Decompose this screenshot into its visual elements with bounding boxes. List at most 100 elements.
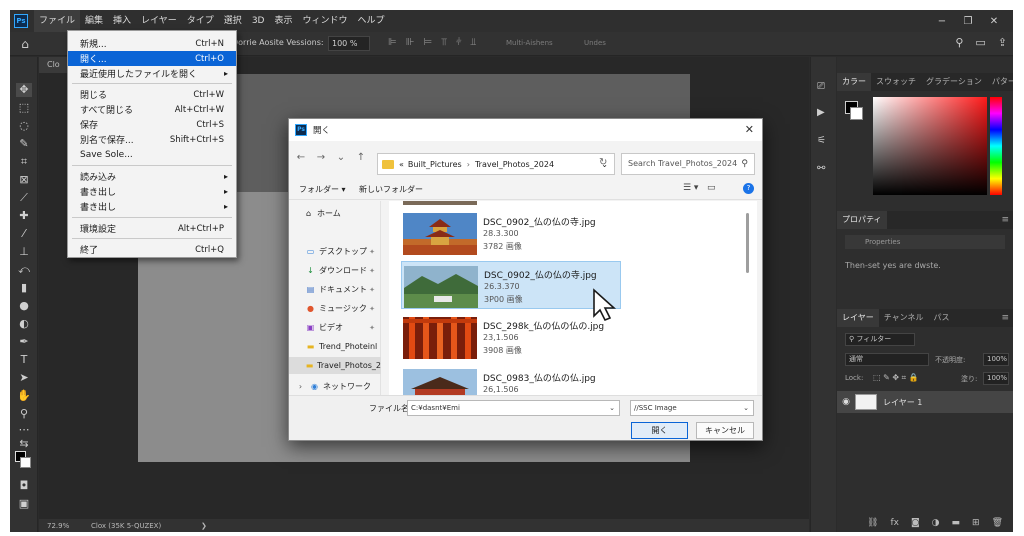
hand-tool-icon[interactable]: ✋ <box>16 389 32 403</box>
eye-icon[interactable]: ◉ <box>837 397 855 407</box>
play-icon[interactable]: ▶ <box>817 107 825 118</box>
search-icon[interactable]: ⚲ <box>741 154 748 174</box>
type-tool-icon[interactable]: T <box>16 353 32 367</box>
nav-documents[interactable]: ▤ ドキュメント ✦ <box>289 281 381 298</box>
menu-item-preferences[interactable]: 環境設定 Alt+Ctrl+P <box>68 221 236 236</box>
path-segment-1[interactable]: Built_Pictures <box>408 160 462 169</box>
adjust-icon[interactable]: ⚟ <box>817 135 826 146</box>
recent-chevron-icon[interactable]: ⌄ <box>333 152 349 163</box>
history-brush-icon[interactable]: ⤺ <box>16 263 32 277</box>
new-layer-icon[interactable]: ⊞ <box>972 518 980 528</box>
align-top-icon[interactable]: ⫪ <box>441 37 447 48</box>
align-middle-icon[interactable]: ⫩ <box>456 37 462 48</box>
nav-downloads[interactable]: ↓ ダウンロード ✦ <box>289 262 381 279</box>
align-center-icon[interactable]: ⊪ <box>406 37 415 48</box>
path-segment-2[interactable]: Travel_Photos_2024 <box>475 160 554 169</box>
filetype-select[interactable]: //SSC Image ⌄ <box>630 400 754 416</box>
history-icon[interactable]: ⎚ <box>817 81 825 92</box>
panel-bg-swatch[interactable] <box>850 107 863 120</box>
menu-item-recent[interactable]: 最近使用したファイルを開く ▸ <box>68 66 236 81</box>
move-tool-icon[interactable]: ✥ <box>16 83 32 97</box>
marquee-tool-icon[interactable]: ⬚ <box>16 101 32 115</box>
filename-input[interactable]: C:¥dasnt¥Emi ⌄ <box>407 400 620 416</box>
group-icon[interactable]: ▬ <box>952 518 961 528</box>
swap-colors-icon[interactable]: ⇆ <box>16 437 32 451</box>
minimize-button[interactable]: − <box>929 16 955 27</box>
zoom-select[interactable]: 100 % <box>328 36 370 51</box>
background-color-swatch[interactable] <box>20 457 31 468</box>
tab-gradients[interactable]: グラデーション <box>921 73 987 91</box>
tab-patterns[interactable]: パター <box>987 73 1013 91</box>
up-arrow-icon[interactable]: ↑ <box>353 152 369 163</box>
crop-tool-icon[interactable]: ⌗ <box>16 155 32 169</box>
home-icon[interactable]: ⌂ <box>10 37 40 51</box>
adjustment-icon[interactable]: ◑ <box>932 518 940 528</box>
chevron-down-icon[interactable]: ⌄ <box>609 401 615 415</box>
fx-icon[interactable]: fx <box>890 518 899 528</box>
restore-button[interactable]: ❐ <box>955 16 981 27</box>
view-options-icon[interactable]: ☰ ▾ ▭ <box>683 183 716 193</box>
opacity-input[interactable]: 100% <box>983 353 1009 366</box>
help-icon[interactable]: ? <box>743 183 754 194</box>
chevron-down-icon[interactable]: ⌄ <box>743 401 749 415</box>
pen-tool-icon[interactable]: ✒ <box>16 335 32 349</box>
close-button[interactable]: ✕ <box>981 16 1007 27</box>
link-icon[interactable]: ⛓ <box>867 518 878 528</box>
menu-item-save-sole[interactable]: Save Sole... <box>68 147 236 162</box>
color-picker-field[interactable] <box>873 97 987 195</box>
screen-mode-icon[interactable]: ▣ <box>16 497 32 511</box>
organize-button[interactable]: フォルダー ▾ <box>299 184 346 195</box>
file-item[interactable]: DSC_0983_仏の仏の仏.jpg 26,1.506 <box>401 365 621 395</box>
layer-filter-select[interactable]: ⚲ フィルター <box>845 333 915 346</box>
gradient-tool-icon[interactable]: ▮ <box>16 281 32 295</box>
tab-swatches[interactable]: スウォッチ <box>871 73 921 91</box>
nav-travel-photos[interactable]: ▬ Travel_Photos_2 <box>289 357 381 374</box>
tab-properties[interactable]: プロパティ <box>837 211 887 229</box>
file-item[interactable]: DSC_298k_仏の仏の仏の.jpg 23,1.506 3908 画像 <box>401 313 621 361</box>
forward-arrow-icon[interactable]: → <box>313 152 329 163</box>
hue-slider[interactable] <box>990 97 1002 195</box>
menu-view[interactable]: 表示 <box>269 10 297 32</box>
nav-desktop[interactable]: ▭ デスクトップ ✦ <box>289 243 381 260</box>
file-list-scrollbar[interactable] <box>746 213 749 273</box>
new-folder-button[interactable]: 新しいフォルダー <box>359 184 423 195</box>
nav-network[interactable]: › ◉ ネットワーク <box>289 378 381 395</box>
menu-file[interactable]: ファイル <box>34 10 81 32</box>
eyedropper-icon[interactable]: ⟋ <box>16 191 32 205</box>
undo-label[interactable]: Undes <box>584 39 606 47</box>
tab-paths[interactable]: パス <box>929 309 955 327</box>
menu-item-close-all[interactable]: すべて閉じる Alt+Ctrl+W <box>68 102 236 117</box>
menu-window[interactable]: ウィンドウ <box>297 10 352 32</box>
menu-item-save[interactable]: 保存 Ctrl+S <box>68 117 236 132</box>
align-left-icon[interactable]: ⊫ <box>388 37 397 48</box>
tab-layers[interactable]: レイヤー <box>837 309 879 327</box>
search-field[interactable]: Search Travel_Photos_2024 ⚲ <box>621 153 755 175</box>
tab-color[interactable]: カラー <box>837 73 871 91</box>
dodge-tool-icon[interactable]: ◐ <box>16 317 32 331</box>
file-item-selected[interactable]: DSC_0902_仏の仏の寺.jpg 26.3.370 3P00 画像 <box>401 261 621 309</box>
mask-icon[interactable]: ◙ <box>911 518 920 528</box>
cancel-button[interactable]: キャンセル <box>696 422 754 439</box>
menu-item-close[interactable]: 閉じる Ctrl+W <box>68 87 236 102</box>
menu-item-open[interactable]: 開く... Ctrl+O <box>68 51 236 66</box>
status-arrow-icon[interactable]: ❯ <box>201 522 207 530</box>
brush-tool-icon[interactable]: ⁄ <box>16 227 32 241</box>
align-right-icon[interactable]: ⊨ <box>423 37 432 48</box>
char-icon[interactable]: ⚯ <box>817 163 825 174</box>
path-select-icon[interactable]: ➤ <box>16 371 32 385</box>
menu-item-quit[interactable]: 終了 Ctrl+Q <box>68 242 236 257</box>
nav-trend-photos[interactable]: ▬ Trend_Photeinl <box>289 338 381 355</box>
fill-input[interactable]: 100% <box>983 372 1009 385</box>
layer-row[interactable]: ◉ レイヤー 1 <box>837 391 1013 413</box>
file-item[interactable]: DSC_0902_仏の仏の寺.jpg 28.3.300 3782 画像 <box>401 209 621 257</box>
blend-mode-select[interactable]: 通常 <box>845 353 929 366</box>
quick-mask-icon[interactable]: ◘ <box>16 479 32 493</box>
zoom-tool-icon[interactable]: ⚲ <box>16 407 32 421</box>
menu-help[interactable]: ヘルプ <box>353 10 390 32</box>
more-tools-icon[interactable]: ⋯ <box>16 423 32 437</box>
menu-item-export[interactable]: 書き出し ▸ <box>68 184 236 199</box>
trash-icon[interactable]: 🗑 <box>992 518 1003 528</box>
menu-edit[interactable]: 編集 <box>80 10 108 32</box>
workspace-icon[interactable]: ▭ <box>975 36 985 49</box>
blur-tool-icon[interactable]: ● <box>16 299 32 313</box>
